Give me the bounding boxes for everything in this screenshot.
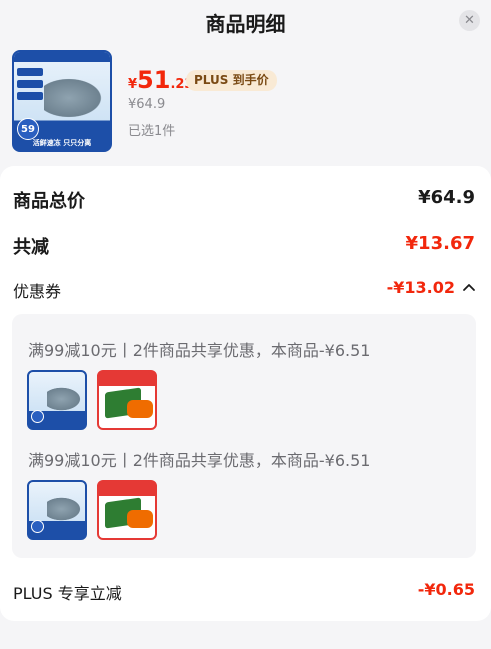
size-badge: 59 — [17, 118, 39, 140]
coupon-promo-text: 满99减10元丨2件商品共享优惠，本商品-¥6.51 — [28, 451, 371, 470]
thumbnail-caption: 活鲜速冻 只只分离 — [32, 139, 92, 147]
price: ¥ 51 .23 — [128, 66, 193, 94]
gift-box-product-thumbnail[interactable] — [97, 370, 157, 430]
feature-tag — [17, 68, 43, 76]
plus-discount-value: -¥0.65 — [417, 580, 475, 599]
product-thumbnail[interactable]: 59 活鲜速冻 只只分离 — [12, 50, 112, 152]
total-price-value: ¥64.9 — [418, 187, 475, 208]
size-badge — [31, 520, 44, 533]
feature-tag — [17, 80, 43, 88]
brand-bar — [14, 52, 110, 62]
size-badge — [31, 410, 44, 423]
shrimp-product-thumbnail[interactable] — [27, 370, 87, 430]
plus-price-badge: PLUS 到手价 — [186, 70, 277, 91]
page-title: 商品明细 — [205, 12, 286, 36]
feature-tag — [17, 92, 43, 100]
total-reduction-label: 共减 — [13, 237, 49, 258]
shrimp-image — [44, 76, 106, 120]
total-reduction-value: ¥13.67 — [405, 233, 475, 254]
close-icon[interactable]: ✕ — [459, 10, 480, 31]
coupon-promo-text: 满99减10元丨2件商品共享优惠，本商品-¥6.51 — [28, 341, 371, 360]
coupon-label[interactable]: 优惠券 — [13, 278, 61, 302]
original-price: ¥64.9 — [128, 97, 166, 112]
price-integer: 51 — [137, 66, 171, 94]
plus-discount-label: PLUS 专享立减 — [13, 584, 122, 603]
price-symbol: ¥ — [128, 77, 138, 92]
coupon-value[interactable]: -¥13.02 — [387, 278, 455, 297]
shrimp-product-thumbnail[interactable] — [27, 480, 87, 540]
selected-count: 已选1件 — [128, 124, 176, 139]
chevron-up-icon[interactable] — [462, 280, 476, 294]
gift-box-product-thumbnail[interactable] — [97, 480, 157, 540]
total-price-label: 商品总价 — [13, 191, 85, 212]
